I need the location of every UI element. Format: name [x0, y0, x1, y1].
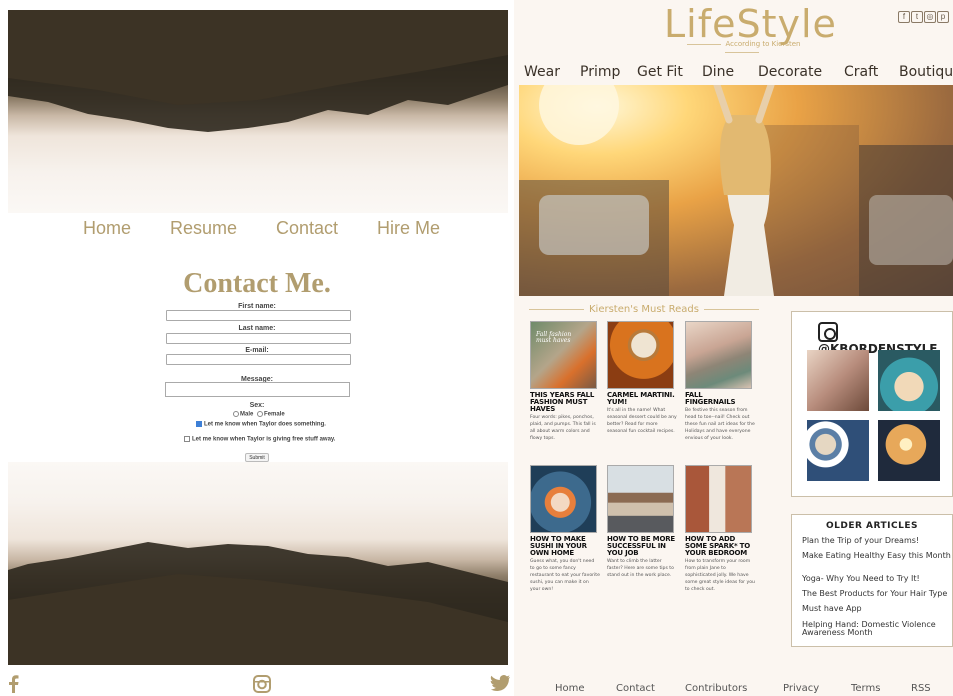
free-stuff-row: Let me know when Taylor is giving free s… [184, 436, 335, 443]
nav-decorate[interactable]: Decorate [758, 64, 822, 80]
nav-craft[interactable]: Craft [844, 64, 878, 80]
post-title[interactable]: This Years Fall Fashion Must Haves [530, 392, 600, 413]
instagram-icon [818, 322, 838, 342]
older-article-link[interactable]: Helping Hand: Domestic Violence Awarenes… [802, 621, 952, 637]
email-label: E-mail: [245, 347, 269, 354]
post-thumbnail[interactable] [685, 465, 752, 533]
facebook-icon[interactable]: f [898, 11, 910, 23]
post-excerpt: How to transform your room from plain Ja… [685, 559, 755, 592]
sex-options: Male Female [233, 411, 285, 418]
female-radio[interactable] [257, 411, 264, 417]
main-nav: Home Resume Contact Hire Me [0, 218, 514, 240]
header-social-icons: f t ◎ p [898, 6, 950, 24]
footer-contributors[interactable]: Contributors [685, 683, 747, 694]
twitter-icon[interactable] [490, 675, 510, 696]
older-article-link[interactable]: Must have App [802, 605, 952, 613]
post-excerpt: Four words: pikes, ponchos, plaid, and p… [530, 415, 596, 441]
post-thumbnail[interactable] [607, 321, 674, 389]
post-thumbnail[interactable] [685, 321, 752, 389]
footer-rss[interactable]: RSS [911, 683, 931, 694]
instagram-photo[interactable] [807, 350, 869, 411]
nav-dine[interactable]: Dine [702, 64, 734, 80]
page-title: Contact Me. [183, 268, 331, 299]
instagram-photo[interactable] [878, 350, 940, 411]
nav-contact[interactable]: Contact [276, 218, 338, 239]
post-title[interactable]: Carmel Martini. Yum! [607, 392, 677, 406]
post-thumbnail[interactable] [530, 465, 597, 533]
older-articles-widget: OLDER ARTICLES Plan the Trip of your Dre… [791, 514, 953, 647]
post-card[interactable]: Carmel Martini. Yum! It's all in the nam… [607, 321, 677, 435]
older-article-link[interactable]: The Best Products for Your Hair Type [802, 590, 952, 598]
nav-home[interactable]: Home [83, 218, 131, 239]
instagram-photo[interactable] [878, 420, 940, 481]
older-articles-heading: OLDER ARTICLES [825, 521, 919, 531]
notify-checkbox[interactable] [196, 421, 202, 427]
submit-button[interactable]: Submit [245, 453, 269, 462]
facebook-icon[interactable] [8, 675, 20, 696]
post-excerpt: It's all in the name! What seasonal dess… [607, 408, 677, 434]
sex-label: Sex: [249, 402, 265, 409]
mountain-banner-top [8, 10, 508, 213]
free-stuff-label: Let me know when Taylor is giving free s… [192, 436, 336, 443]
post-excerpt: Guess what, you don't need to go to some… [530, 559, 600, 592]
post-excerpt: Want to climb the latter faster? Here ar… [607, 559, 674, 578]
older-article-link[interactable]: Plan the Trip of your Dreams! [802, 537, 952, 545]
free-stuff-checkbox[interactable] [184, 436, 190, 442]
post-title[interactable]: How to Make Sushi in Your Own Home [530, 536, 600, 557]
footer-home[interactable]: Home [555, 683, 585, 694]
female-label: Female [264, 411, 285, 418]
message-textarea[interactable] [165, 382, 350, 397]
last-name-label: Last name: [238, 325, 276, 332]
post-excerpt: Be festive this season from head to toe-… [685, 408, 755, 441]
instagram-icon[interactable]: ◎ [924, 11, 936, 23]
pinterest-icon[interactable]: p [937, 11, 949, 23]
notify-label: Let me know when Taylor does something. [204, 421, 326, 428]
site-tagline: According to Kiersten [667, 40, 817, 56]
footer-terms[interactable]: Terms [851, 683, 880, 694]
first-name-label: First name: [238, 303, 276, 310]
nav-hire-me[interactable]: Hire Me [377, 218, 440, 239]
older-article-link[interactable]: Yoga- Why You Need to Try It! [802, 575, 952, 583]
thumb-caption: Fall fashion must haves [536, 331, 572, 344]
nav-primp[interactable]: Primp [580, 64, 620, 80]
featured-hero-image[interactable] [519, 85, 953, 296]
must-reads-heading: Kiersten's Must Reads [524, 304, 764, 315]
male-radio[interactable] [233, 411, 239, 417]
email-field[interactable] [166, 354, 351, 365]
post-title[interactable]: How to Add Some Spark* to Your Bedroom [685, 536, 755, 557]
post-title[interactable]: Fall Fingernails [685, 392, 755, 406]
nav-boutique[interactable]: Boutique [899, 64, 953, 80]
post-card[interactable]: Fall fashion must haves This Years Fall … [530, 321, 600, 442]
contact-page: Home Resume Contact Hire Me Contact Me. … [0, 0, 514, 696]
post-card[interactable]: How to Add Some Spark* to Your Bedroom H… [685, 465, 755, 593]
post-card[interactable]: How to Make Sushi in Your Own Home Guess… [530, 465, 600, 593]
twitter-icon[interactable]: t [911, 11, 923, 23]
mountain-banner-bottom [8, 462, 508, 665]
footer-privacy[interactable]: Privacy [783, 683, 819, 694]
lifestyle-page: LifeStyle According to Kiersten f t ◎ p Wea… [514, 0, 953, 696]
instagram-widget: @KBORDENSTYLE [791, 311, 953, 497]
nav-get-fit[interactable]: Get Fit [637, 64, 683, 80]
older-article-link[interactable]: Make Eating Healthy Easy this Month [802, 552, 952, 560]
post-card[interactable]: Fall Fingernails Be festive this season … [685, 321, 755, 442]
post-thumbnail[interactable] [607, 465, 674, 533]
post-thumbnail[interactable]: Fall fashion must haves [530, 321, 597, 389]
male-label: Male [240, 411, 254, 418]
notify-row: Let me know when Taylor does something. [196, 421, 326, 428]
last-name-field[interactable] [166, 333, 351, 344]
footer-contact[interactable]: Contact [616, 683, 655, 694]
nav-resume[interactable]: Resume [170, 218, 237, 239]
nav-wear[interactable]: Wear [524, 64, 560, 80]
post-card[interactable]: How to Be More Successful in You Job Wan… [607, 465, 677, 579]
instagram-icon[interactable] [253, 675, 271, 696]
post-title[interactable]: How to Be More Successful in You Job [607, 536, 677, 557]
first-name-field[interactable] [166, 310, 351, 321]
instagram-photo[interactable] [807, 420, 869, 481]
